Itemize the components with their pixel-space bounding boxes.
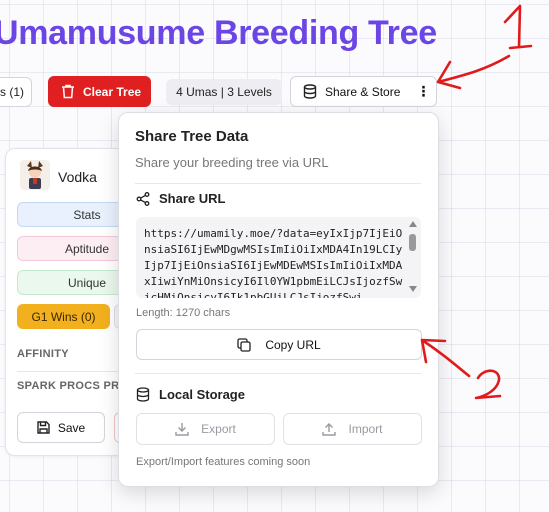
share-url-heading: Share URL — [136, 191, 225, 206]
copy-url-label: Copy URL — [265, 337, 321, 352]
copy-url-button[interactable]: Copy URL — [136, 329, 422, 360]
affinity-label: AFFINITY — [17, 348, 69, 360]
share-store-button[interactable]: Share & Store ⋮ — [290, 76, 437, 107]
share-url-value[interactable]: https://umamily.moe/?data=eyIxIjp7IjEiOn… — [144, 226, 406, 298]
partial-toolbar-button[interactable]: s (1) — [0, 77, 32, 107]
share-url-textarea[interactable]: https://umamily.moe/?data=eyIxIjp7IjEiOn… — [136, 217, 421, 298]
local-storage-heading: Local Storage — [136, 387, 245, 402]
download-icon — [175, 423, 189, 436]
share-store-label: Share & Store — [325, 84, 401, 99]
export-button[interactable]: Export — [136, 413, 275, 445]
trash-icon — [62, 84, 74, 99]
uma-name: Vodka — [58, 169, 97, 185]
copy-icon — [237, 337, 251, 352]
database-icon — [303, 84, 317, 99]
g1-wins-button[interactable]: G1 Wins (0) — [17, 304, 110, 329]
tree-stats-badge: 4 Umas | 3 Levels — [166, 79, 282, 105]
popover-divider — [135, 183, 421, 184]
share-icon — [136, 191, 150, 206]
import-button[interactable]: Import — [283, 413, 422, 445]
save-label: Save — [57, 420, 86, 435]
annotation-number-1 — [503, 4, 533, 50]
export-label: Export — [201, 422, 236, 436]
scroll-up-arrow[interactable] — [409, 221, 417, 227]
scroll-down-arrow[interactable] — [409, 286, 417, 292]
popover-title: Share Tree Data — [135, 128, 249, 145]
annotation-number-2 — [474, 369, 502, 400]
share-store-popover: Share Tree Data Share your breeding tree… — [118, 112, 439, 487]
upload-icon — [322, 423, 337, 436]
clear-tree-label: Clear Tree — [83, 84, 142, 99]
popover-divider — [135, 373, 421, 374]
clear-tree-button[interactable]: Clear Tree — [48, 76, 151, 107]
share-url-heading-label: Share URL — [159, 191, 226, 206]
annotation-arrow-1 — [436, 54, 511, 90]
local-storage-footnote: Export/Import features coming soon — [136, 456, 311, 468]
page-title: Umamusume Breeding Tree — [0, 14, 437, 52]
local-storage-heading-label: Local Storage — [159, 387, 245, 402]
popover-description: Share your breeding tree via URL — [135, 155, 329, 170]
url-length-label: Length: 1270 chars — [136, 307, 231, 319]
import-label: Import — [348, 422, 383, 436]
save-icon — [37, 421, 50, 434]
save-button[interactable]: Save — [17, 412, 105, 443]
database-icon — [136, 387, 150, 402]
more-options-icon[interactable]: ⋮ — [416, 83, 430, 100]
scrollbar-thumb[interactable] — [409, 234, 416, 251]
avatar — [20, 160, 50, 190]
